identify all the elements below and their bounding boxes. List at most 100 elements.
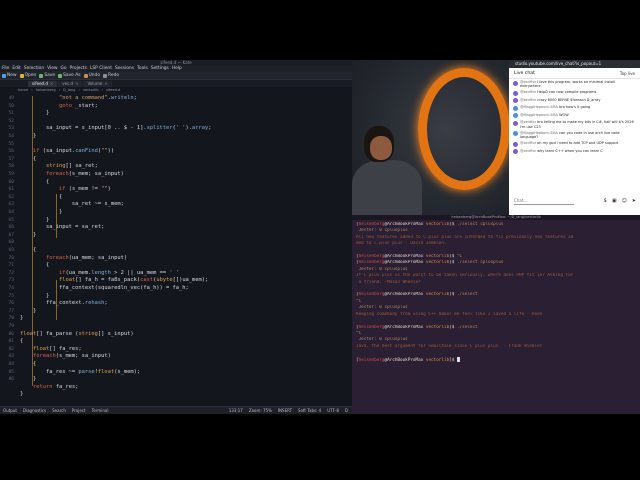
line-number: 79 (8, 324, 14, 329)
indent-setting[interactable]: Soft Tabs: 4 (298, 408, 321, 413)
chat-mode-dropdown[interactable]: Top live (620, 71, 635, 76)
code-text-area[interactable]: "not a command".writeln; goto _start; } … (20, 92, 352, 406)
output-panel-button[interactable]: Output (3, 408, 17, 413)
prompt-user: heisenberg (358, 292, 385, 298)
chat-message[interactable]: @xeriffor crazy 6000 BEFNE $foreach D_ar… (509, 97, 640, 105)
chevron-right-icon: › (58, 87, 61, 92)
line-number: 75 (8, 293, 14, 299)
sticker-icon[interactable]: ▣ (612, 198, 617, 204)
prompt-end: ]$ (449, 324, 457, 330)
menu-item-file[interactable]: File (2, 66, 9, 72)
undo-button[interactable]: Undo (83, 73, 100, 78)
prompt-user: heisenberg (358, 222, 385, 227)
chat-author[interactable]: @xeriffor (520, 98, 537, 102)
language-mode[interactable]: D (345, 408, 348, 413)
chat-message-text: @MaggiHepborn-SMA can you code in use ar… (520, 131, 636, 139)
code-line: { (20, 155, 37, 162)
super-chat-icon[interactable]: $ (604, 198, 607, 204)
toolbar-label: Open (24, 73, 37, 78)
chat-message[interactable]: @xeriffor bro telling me to make my bits… (509, 119, 640, 129)
chat-message[interactable]: @MaggiHepborn-SMA WOW (509, 112, 640, 120)
editor-tab-bar: sifeed.d ✕ vec.d ✕ Volume ✕ (0, 80, 352, 87)
line-number: 78 (8, 316, 14, 322)
close-icon[interactable]: ✕ (104, 81, 107, 87)
line-number: 85 (8, 369, 14, 375)
chat-message[interactable]: @xeriffor oh my god i need to add TCP an… (509, 140, 640, 148)
prompt-host: ArchBookProMax (387, 292, 424, 298)
chat-url-bar[interactable]: studio.youtube.com/live_chat?is_popout=1 (509, 60, 640, 68)
menu-item-edit[interactable]: Edit (12, 66, 21, 72)
line-number: 69 (8, 248, 14, 253)
line-number: 63 (8, 202, 14, 208)
menu-item-settings[interactable]: Settings (151, 66, 169, 72)
code-editor-window: sifeed.d — Kate File Edit Selection View Go P… (0, 60, 352, 414)
terminal-cursor (456, 356, 460, 362)
avatar (513, 149, 518, 155)
chat-message[interactable]: @MaggiHepborn-SMA can you code in use ar… (509, 130, 640, 140)
ring-light (418, 68, 509, 190)
diagnostics-panel-button[interactable]: Diagnostics (23, 408, 46, 413)
menu-item-tools[interactable]: Tools (137, 66, 148, 72)
code-line: "not a command".writeln; (58, 95, 137, 101)
chat-author[interactable]: @xeriffor (520, 141, 537, 145)
menu-item-go[interactable]: Go (61, 66, 67, 72)
save-button[interactable]: Save (39, 73, 55, 78)
prompt-command: ./select cplusplus (456, 222, 504, 227)
menu-item-view[interactable]: View (47, 66, 57, 72)
menu-item-sessions[interactable]: Sessions (115, 66, 134, 72)
cursor-position[interactable]: 133:17 (229, 408, 243, 413)
chat-message-text: @xeriffor why learn C++ when you can lea… (520, 149, 603, 153)
chat-text: WOW (559, 112, 569, 117)
chat-message[interactable]: @xeriffor why learn C++ when you can lea… (509, 148, 640, 156)
chat-message[interactable]: @MaggiHepborn-SMA bro how's it going (509, 104, 640, 112)
chat-author[interactable]: @xeriffor (520, 90, 537, 94)
input-mode[interactable]: INSERT (278, 408, 292, 413)
chat-author[interactable]: @MaggiHepborn-SMA (520, 105, 559, 109)
tab-volume[interactable]: Volume ✕ (83, 81, 112, 87)
emoji-icon[interactable]: ☺ (622, 198, 627, 204)
send-icon[interactable]: ➤ (632, 198, 636, 204)
streamer-face (370, 136, 392, 160)
search-panel-button[interactable]: Search (52, 408, 66, 413)
terminal-output[interactable]: [heisenberg@ArchBookProMax vectorlib]$ .… (352, 220, 640, 366)
encoding-setting[interactable]: UTF-8 (327, 408, 339, 413)
breadcrumb-item[interactable]: D_lang (63, 88, 75, 92)
open-button[interactable]: Open (19, 73, 37, 78)
chat-author[interactable]: @MaggiHepborn-SMA (520, 113, 559, 117)
tab-sifeed-d[interactable]: sifeed.d ✕ (28, 81, 58, 87)
breadcrumb-item[interactable]: home (18, 88, 28, 92)
chat-input[interactable]: Chat... (514, 197, 574, 205)
menu-item-projects[interactable]: Projects (70, 66, 87, 72)
code-line: sa_input = s_input[0 .. $ - 1].splitter(… (20, 125, 212, 132)
chat-message-list[interactable]: @xeriffor I love this program, works on … (509, 79, 640, 155)
tab-label: Volume (87, 81, 103, 86)
close-icon[interactable]: ✕ (50, 81, 53, 87)
menu-item-lsp-client[interactable]: LSP Client (90, 66, 112, 72)
close-icon[interactable]: ✕ (75, 81, 78, 87)
prompt-host: ArchBookProMax (387, 222, 424, 227)
line-number: 81 (8, 339, 14, 345)
avatar (513, 113, 518, 119)
terminal-window[interactable]: heisenberg@ArchBookProMax: ~/D_lang/vect… (352, 215, 640, 414)
menu-item-selection[interactable]: Selection (24, 66, 44, 72)
project-panel-button[interactable]: Project (72, 408, 86, 413)
breadcrumb-item[interactable]: sifeed.d (106, 88, 120, 92)
save-as-button[interactable]: Save As (58, 73, 81, 78)
terminal-panel-button[interactable]: Terminal (92, 408, 109, 413)
editor-body[interactable]: 49 50 51 52 53 54 55 56 57 58 59 60 61 62 63 64 65 66 67 68… (0, 92, 352, 406)
line-number: 55 (8, 141, 14, 147)
code-line: } (20, 110, 50, 117)
breadcrumb-item[interactable]: vectorlib (83, 88, 99, 92)
chat-author[interactable]: @xeriffor (520, 149, 537, 153)
tab-vec-d[interactable]: vec.d ✕ (58, 81, 83, 87)
line-number: 62 (8, 194, 14, 200)
code-line: foreach(s_mem; sa_input) (32, 353, 111, 360)
redo-button[interactable]: Redo (103, 73, 119, 78)
chat-message[interactable]: @xeriffor HelpD can now compile programs (509, 89, 640, 97)
zoom-level[interactable]: Zoom: 75% (249, 408, 272, 413)
menu-item-help[interactable]: Help (172, 66, 182, 72)
chat-message[interactable]: @xeriffor I love this program, works on … (509, 79, 640, 89)
new-button[interactable]: New (2, 73, 17, 78)
code-line: return fa_res; (32, 383, 79, 390)
breadcrumb-item[interactable]: heisenberg (36, 88, 56, 92)
